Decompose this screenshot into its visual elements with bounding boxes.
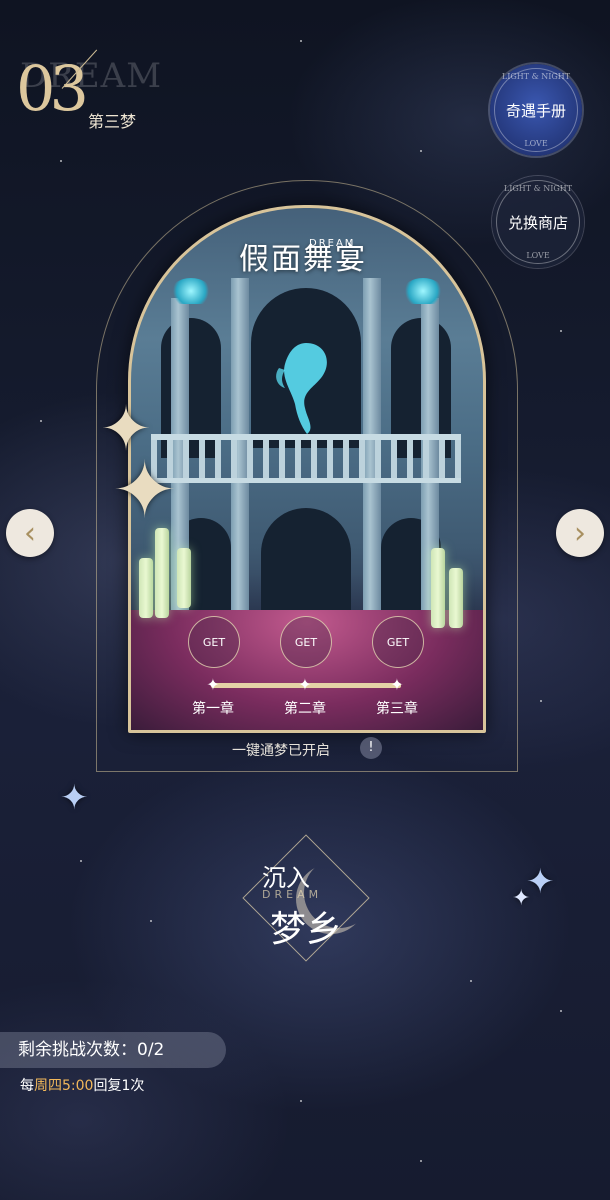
chandelier — [171, 278, 211, 304]
recover-suffix: 回复1次 — [93, 1078, 145, 1094]
recover-note: 每周四5:00回复1次 — [20, 1075, 144, 1095]
bg-star — [40, 420, 42, 422]
bg-star — [60, 160, 62, 162]
chapter-2-label[interactable]: 第二章 — [270, 698, 340, 718]
one-key-dream-status: 一键通梦已开启 — [232, 743, 330, 759]
enter-dream-line2: 梦乡 — [270, 909, 343, 950]
remaining-challenges: 剩余挑战次数：0/2 — [0, 1032, 226, 1068]
ring-text-bottom: LOVE — [524, 139, 548, 148]
enter-dream-button[interactable]: DREAM 沉入 梦乡 — [226, 818, 384, 976]
chapter-number: 03 — [16, 52, 89, 125]
next-arrow-button[interactable]: › — [556, 509, 604, 557]
chapter-3-label[interactable]: 第三章 — [362, 698, 432, 718]
stage-card[interactable]: 假面舞宴 DREAM GET GET GET ✦ ✦ ✦ 第一章 第二章 第三章 — [128, 205, 486, 733]
stage-subtitle: DREAM — [309, 238, 356, 249]
bg-star — [150, 920, 152, 922]
recover-prefix: 每 — [20, 1078, 34, 1094]
bg-star — [470, 980, 472, 982]
bg-star — [560, 330, 562, 332]
exchange-shop-button[interactable]: LIGHT & NIGHT 兑换商店 LOVE — [492, 176, 584, 268]
ring-text-bottom: LOVE — [526, 251, 550, 260]
bg-star — [420, 150, 422, 152]
ghost-spirit-icon — [276, 343, 327, 434]
bg-star — [560, 1010, 562, 1012]
balcony-railing — [151, 434, 461, 483]
candle — [155, 528, 169, 618]
progress-node-icon: ✦ — [390, 675, 404, 694]
bg-star — [540, 700, 542, 702]
bg-star — [80, 860, 82, 862]
bg-star — [300, 1100, 302, 1102]
reward-get-2[interactable]: GET — [280, 616, 332, 668]
handbook-button[interactable]: LIGHT & NIGHT 奇遇手册 LOVE — [490, 64, 582, 156]
bg-star — [300, 40, 302, 42]
sparkle-icon: ✦ — [112, 446, 178, 536]
handbook-label: 奇遇手册 — [505, 101, 566, 120]
recover-time: 周四5:00 — [34, 1078, 94, 1094]
chapter-title: 第三梦 — [88, 112, 137, 131]
candle — [139, 558, 153, 618]
ring-text-top: LIGHT & NIGHT — [503, 184, 573, 193]
candle — [449, 568, 463, 628]
ring-text-top: LIGHT & NIGHT — [501, 72, 571, 81]
chandelier — [403, 278, 443, 304]
sparkle-icon: ✦ — [512, 886, 531, 911]
bg-star — [420, 1160, 422, 1162]
enter-dream-line1: 沉入 — [262, 864, 310, 892]
reward-get-3[interactable]: GET — [372, 616, 424, 668]
candle — [177, 548, 191, 608]
prev-arrow-button[interactable]: ‹ — [6, 509, 54, 557]
chapter-1-label[interactable]: 第一章 — [178, 698, 248, 718]
candle — [431, 548, 445, 628]
reward-get-1[interactable]: GET — [188, 616, 240, 668]
shop-label: 兑换商店 — [507, 213, 568, 232]
info-icon[interactable]: ! — [360, 737, 382, 759]
sparkle-icon: ✦ — [60, 778, 89, 818]
progress-node-icon: ✦ — [206, 675, 220, 694]
progress-node-icon: ✦ — [298, 675, 312, 694]
